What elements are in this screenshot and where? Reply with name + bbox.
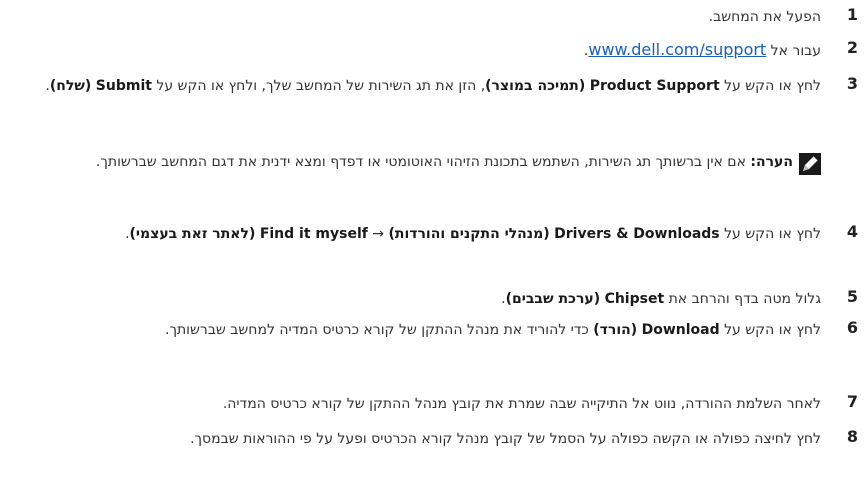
step-number: 3 — [846, 74, 858, 93]
dell-support-link[interactable]: www.dell.com/support — [588, 40, 766, 59]
step-text: לחץ או הקש על Download (הורד) כדי להוריד… — [15, 318, 821, 342]
step-text: עבור אל www.dell.com/support. — [15, 38, 821, 63]
note-text: הערה: אם אין ברשותך תג השירות, השתמש בתכ… — [15, 150, 793, 174]
step-text: הפעל את המחשב. — [708, 9, 821, 25]
ui-term: Download — [641, 322, 720, 338]
step-number: 8 — [846, 427, 858, 446]
step-text-part: לחץ או הקש על — [719, 226, 821, 242]
step-number: 1 — [846, 5, 858, 24]
step-text-part: כדי להוריד את מנהל ההתקן של קורא כרטיס ה… — [165, 322, 594, 338]
step-text: גלול מטה בדף והרחב את Chipset (ערכת שבבי… — [15, 287, 821, 311]
note-body: אם אין ברשותך תג השירות, השתמש בתכונת הז… — [95, 154, 751, 170]
step-text-part: לחץ או הקש על — [719, 322, 821, 338]
ui-term-translation: (הורד) — [593, 322, 638, 338]
step-text-part: , הזן את תג השירות של המחשב שלך, ולחץ או… — [151, 78, 486, 94]
step-text: לחץ לחיצה כפולה או הקשה כפולה על הסמל של… — [190, 431, 821, 447]
arrow-icon: → — [367, 226, 389, 242]
ui-term-translation: (שלח) — [49, 78, 92, 94]
step-text: לאחר השלמת ההורדה, נווט אל התיקייה שבה ש… — [222, 396, 821, 412]
instructions-page: 1 הפעל את המחשב. 2 עבור אל www.dell.com/… — [0, 0, 866, 480]
step-text-part: גלול מטה בדף והרחב את — [664, 291, 821, 307]
ui-term-translation: (לאתר זאת בעצמי) — [129, 226, 256, 242]
ui-term: Chipset — [604, 291, 665, 307]
step-text-part: לחץ או הקש על — [719, 78, 821, 94]
ui-term: Product Support — [589, 78, 720, 94]
ui-term: Find it myself — [259, 226, 368, 242]
ui-term: Drivers & Downloads — [554, 226, 720, 242]
ui-term-translation: (ערכת שבבים) — [505, 291, 601, 307]
note-label: הערה: — [750, 154, 793, 170]
step-number: 5 — [846, 287, 858, 306]
ui-term-translation: (תמיכה במוצר) — [485, 78, 586, 94]
step-text: לחץ או הקש על Product Support (תמיכה במו… — [15, 74, 821, 98]
note-block: הערה: אם אין ברשותך תג השירות, השתמש בתכ… — [15, 150, 821, 202]
ui-term-translation: (מנהלי התקנים והורדות) — [388, 226, 550, 242]
step-number: 4 — [846, 222, 858, 241]
step-text-part: עבור אל — [766, 43, 821, 59]
pencil-note-icon — [799, 153, 821, 175]
step-number: 6 — [846, 318, 858, 337]
step-number: 7 — [846, 392, 858, 411]
step-text: לחץ או הקש על Drivers & Downloads (מנהלי… — [15, 222, 821, 246]
ui-term: Submit — [95, 78, 152, 94]
step-number: 2 — [846, 38, 858, 57]
